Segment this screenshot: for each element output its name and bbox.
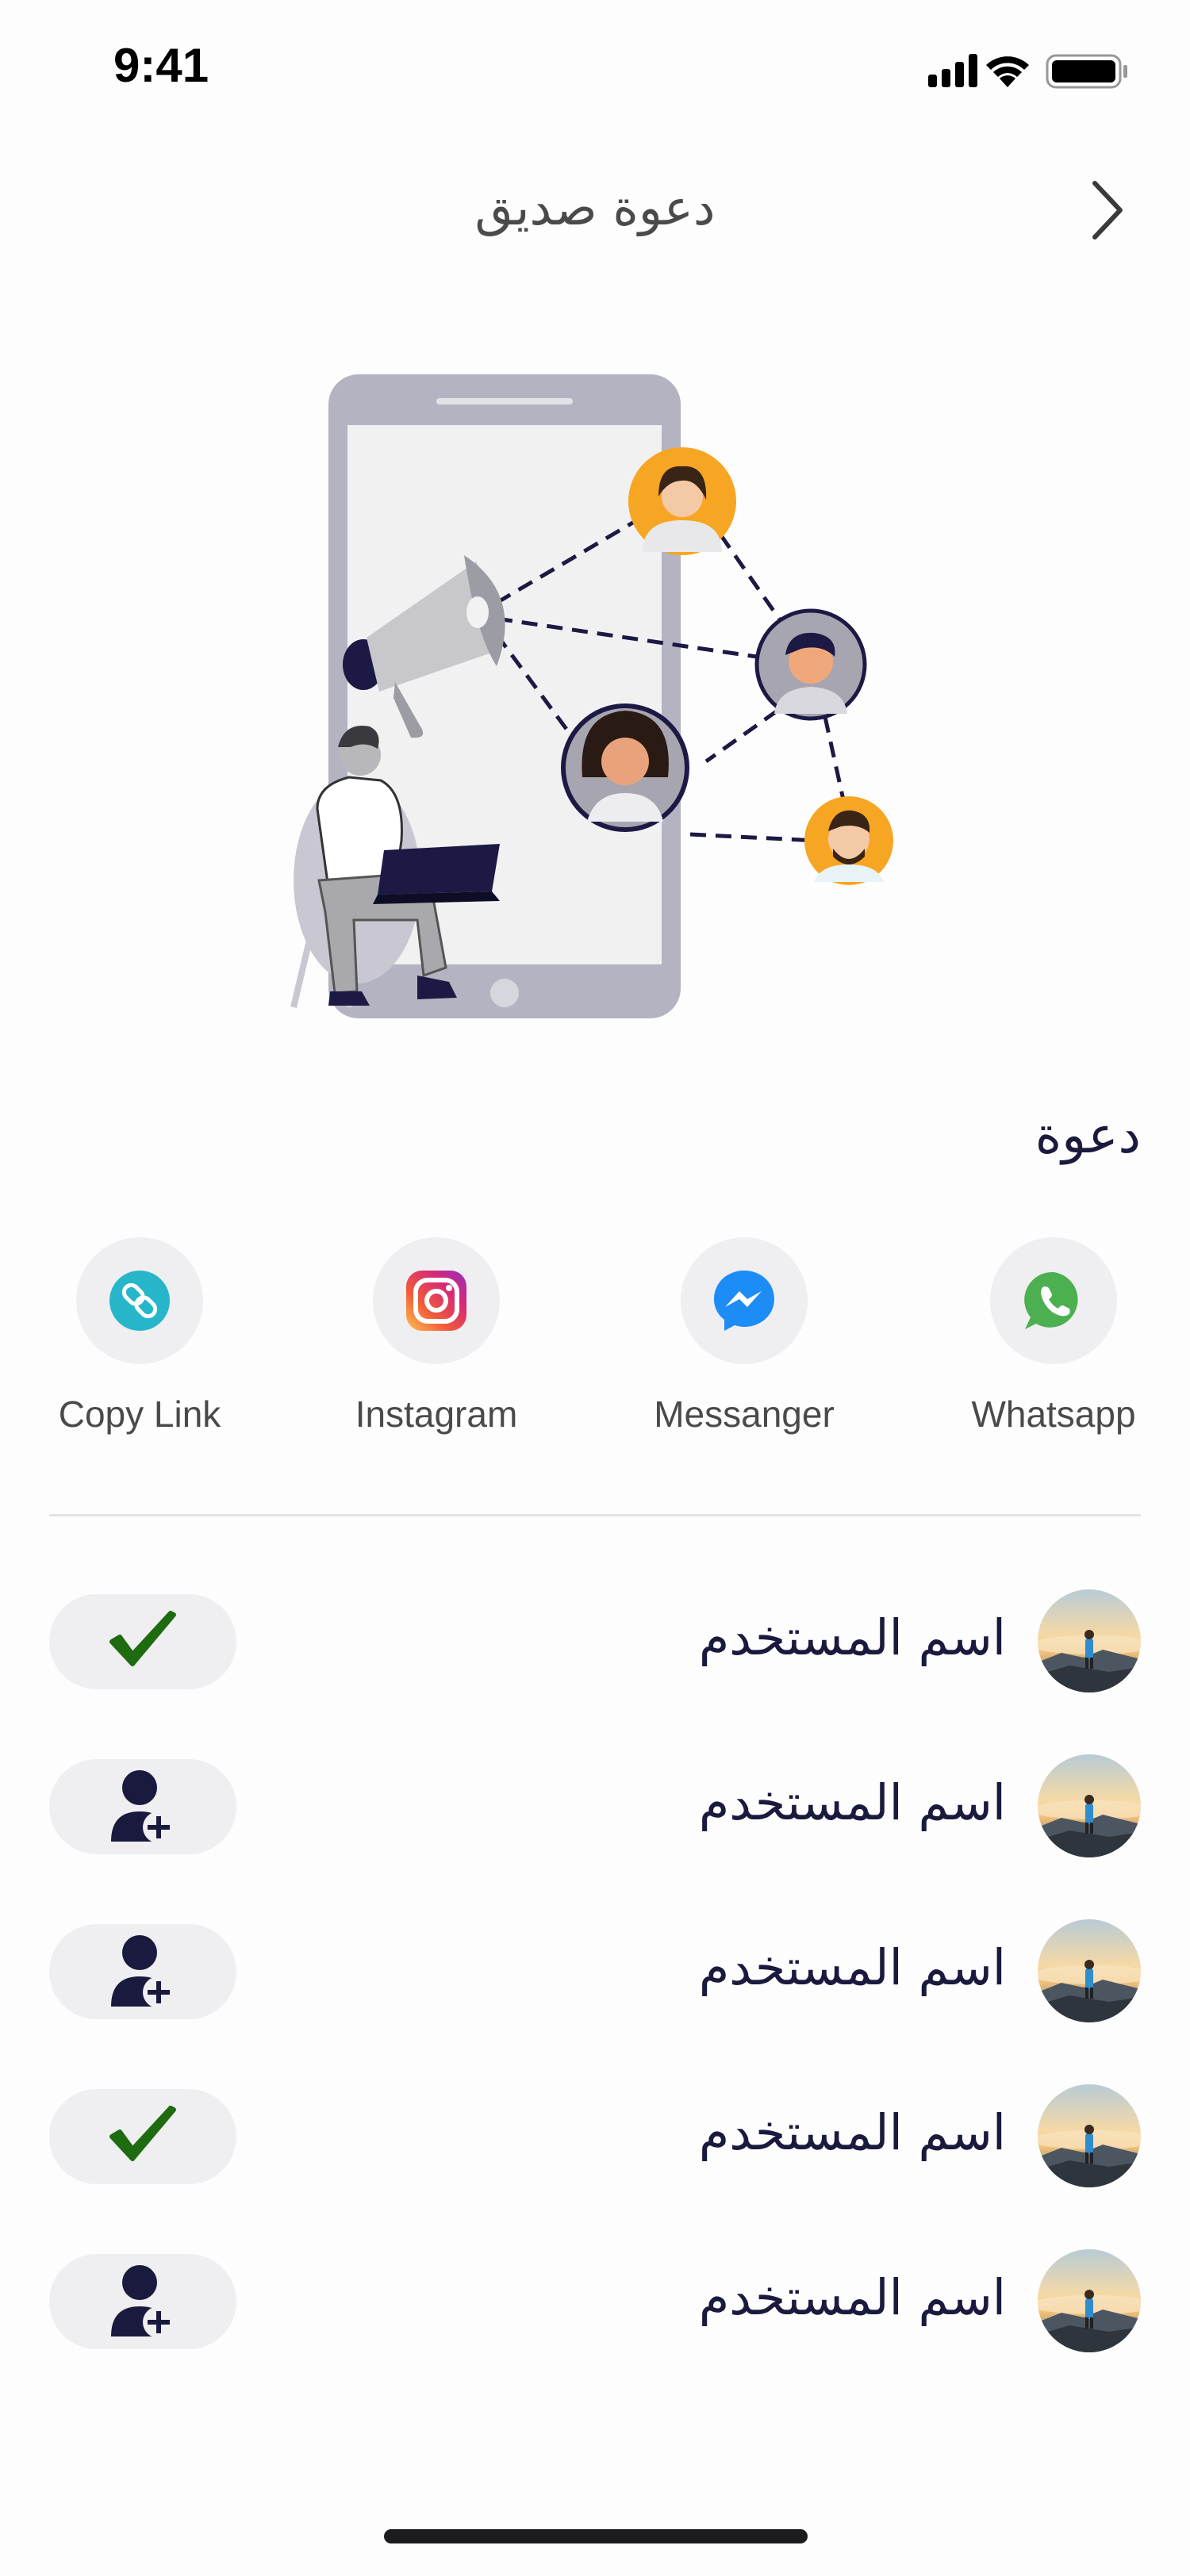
share-copy-link[interactable]: Copy Link <box>36 1237 243 1436</box>
user-row: اسم المستخدم <box>49 2249 1141 2352</box>
avatar[interactable] <box>1038 1589 1141 1692</box>
status-time: 9:41 <box>113 39 209 92</box>
avatar[interactable] <box>1038 1754 1141 1857</box>
add-user-icon <box>111 2265 175 2338</box>
invite-illustration <box>290 374 893 1018</box>
share-messenger[interactable]: Messanger <box>641 1237 847 1436</box>
share-label: Messanger <box>654 1393 835 1435</box>
avatar-image <box>1038 1589 1141 1692</box>
user-row: اسم المستخدم <box>49 1589 1141 1692</box>
user-name: اسم المستخدم <box>698 1938 1006 1996</box>
user-name: اسم المستخدم <box>698 1773 1006 1831</box>
signal-icon <box>928 54 977 87</box>
share-whatsapp[interactable]: Whatsapp <box>950 1237 1157 1436</box>
whatsapp-icon <box>1024 1271 1078 1329</box>
share-label: Instagram <box>355 1393 518 1435</box>
home-indicator <box>384 2529 808 2543</box>
add-friend-button[interactable] <box>49 1759 236 1854</box>
share-copy-link-circle[interactable] <box>76 1237 203 1364</box>
avatar-image <box>1038 2084 1141 2187</box>
avatar-image <box>1038 1754 1141 1857</box>
wifi-icon <box>986 56 1029 87</box>
invited-button[interactable] <box>49 2089 236 2184</box>
status-icons <box>928 54 1127 89</box>
messenger-icon <box>714 1271 774 1331</box>
share-instagram[interactable]: Instagram <box>333 1237 539 1436</box>
battery-icon <box>1046 54 1127 89</box>
chevron-right-icon <box>1092 181 1123 240</box>
avatar-image <box>1038 1919 1141 2022</box>
add-friend-button[interactable] <box>49 1924 236 2019</box>
page-title: دعوة صديق <box>474 178 716 236</box>
avatar[interactable] <box>1038 2249 1141 2352</box>
back-button[interactable] <box>1071 171 1142 250</box>
share-label: Whatsapp <box>971 1393 1136 1435</box>
share-instagram-circle[interactable] <box>373 1237 500 1364</box>
user-name: اسم المستخدم <box>698 2268 1006 2326</box>
avatar[interactable] <box>1038 2084 1141 2187</box>
share-whatsapp-circle[interactable] <box>990 1237 1117 1364</box>
user-row: اسم المستخدم <box>49 1754 1141 1857</box>
avatar[interactable] <box>1038 1919 1141 2022</box>
user-name: اسم المستخدم <box>698 1608 1006 1666</box>
instagram-icon <box>406 1271 466 1331</box>
invited-button[interactable] <box>49 1594 236 1689</box>
user-row: اسم المستخدم <box>49 1919 1141 2022</box>
share-label: Copy Link <box>58 1393 221 1435</box>
user-row: اسم المستخدم <box>49 2084 1141 2187</box>
share-messenger-circle[interactable] <box>681 1237 808 1364</box>
user-name: اسم المستخدم <box>698 2103 1006 2161</box>
section-title: دعوة <box>1035 1106 1141 1165</box>
add-user-icon <box>111 1770 175 1843</box>
check-icon <box>109 1611 176 1666</box>
add-user-icon <box>111 1935 175 2008</box>
avatar-image <box>1038 2249 1141 2352</box>
link-icon <box>109 1271 170 1331</box>
divider <box>49 1514 1141 1516</box>
add-friend-button[interactable] <box>49 2254 236 2349</box>
check-icon <box>109 2106 176 2161</box>
